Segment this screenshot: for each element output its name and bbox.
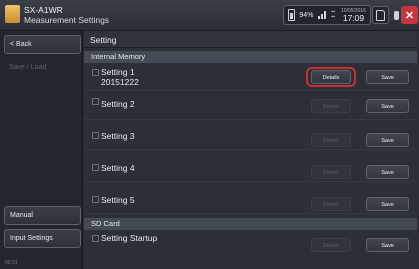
title-bar: SX-A1WR Measurement Settings 94% ▪▪ ▪▪ 10… bbox=[0, 0, 419, 31]
signal-icon bbox=[318, 11, 327, 19]
status-box: 94% ▪▪ ▪▪ 10/05/2016 17:09 bbox=[283, 5, 371, 25]
file-icon bbox=[92, 196, 99, 203]
setting-date: 20151222 bbox=[101, 77, 139, 87]
time-text: 17:09 bbox=[342, 12, 365, 23]
setting-name: Setting 2 bbox=[101, 99, 135, 109]
network-icon: ▪▪ ▪▪ bbox=[331, 9, 335, 20]
save-button[interactable]: Save bbox=[366, 238, 409, 252]
sd-card-header: SD Card bbox=[84, 218, 417, 230]
setting-row: Setting 4 Details Save bbox=[84, 155, 417, 182]
details-button[interactable]: Details bbox=[311, 99, 351, 113]
save-button[interactable]: Save bbox=[366, 165, 409, 179]
close-button[interactable]: ✕ bbox=[401, 6, 418, 24]
save-button[interactable]: Save bbox=[366, 70, 409, 84]
main-panel: Setting Internal Memory Setting 1 201512… bbox=[84, 31, 419, 269]
setting-row: Setting 5 Details Save bbox=[84, 187, 417, 214]
pin-icon bbox=[394, 10, 399, 20]
save-load-item: Save / Load bbox=[9, 64, 47, 71]
app-logo bbox=[5, 5, 20, 23]
save-button[interactable]: Save bbox=[366, 133, 409, 147]
datetime: 10/05/2016 17:09 bbox=[341, 8, 366, 23]
sd-card-icon bbox=[376, 9, 385, 21]
setting-name: Setting Startup bbox=[101, 233, 158, 243]
setting-row: Setting 2 Details Save bbox=[84, 93, 417, 120]
sd-card-button[interactable] bbox=[372, 6, 389, 24]
battery-level: 94% bbox=[299, 11, 314, 19]
page-title: Setting bbox=[84, 31, 417, 48]
file-icon bbox=[92, 98, 99, 105]
file-icon bbox=[92, 164, 99, 171]
details-button[interactable]: Details bbox=[311, 133, 351, 147]
setting-name: Setting 5 bbox=[101, 195, 135, 205]
setting-name: Setting 4 bbox=[101, 163, 135, 173]
file-icon bbox=[92, 235, 99, 242]
input-settings-button[interactable]: Input Settings bbox=[4, 229, 81, 248]
app-title: SX-A1WR bbox=[24, 5, 63, 15]
details-button[interactable]: Details bbox=[311, 165, 351, 179]
close-icon: ✕ bbox=[404, 9, 415, 22]
save-button[interactable]: Save bbox=[366, 99, 409, 113]
startup-row: Setting Startup Details Save bbox=[84, 230, 417, 256]
app-subtitle: Measurement Settings bbox=[24, 15, 110, 25]
setting-row: Setting 1 20151222 Details Save bbox=[84, 64, 417, 91]
save-button[interactable]: Save bbox=[366, 197, 409, 211]
sidebar: < Back Save / Load Manual Input Settings… bbox=[0, 31, 83, 269]
footer-code: 02.01 bbox=[5, 260, 18, 266]
setting-name: Setting 1 bbox=[101, 67, 135, 77]
setting-row: Setting 3 Details Save bbox=[84, 123, 417, 150]
setting-name: Setting 3 bbox=[101, 131, 135, 141]
details-button[interactable]: Details bbox=[311, 197, 351, 211]
details-button[interactable]: Details bbox=[311, 238, 351, 252]
file-icon bbox=[92, 69, 99, 76]
status-panel: 94% ▪▪ ▪▪ 10/05/2016 17:09 bbox=[283, 5, 371, 25]
highlight-ring bbox=[306, 67, 356, 87]
battery-icon bbox=[288, 9, 296, 21]
manual-button[interactable]: Manual bbox=[4, 206, 81, 225]
internal-memory-header: Internal Memory bbox=[84, 51, 417, 63]
file-icon bbox=[92, 132, 99, 139]
back-button[interactable]: < Back bbox=[4, 35, 81, 54]
